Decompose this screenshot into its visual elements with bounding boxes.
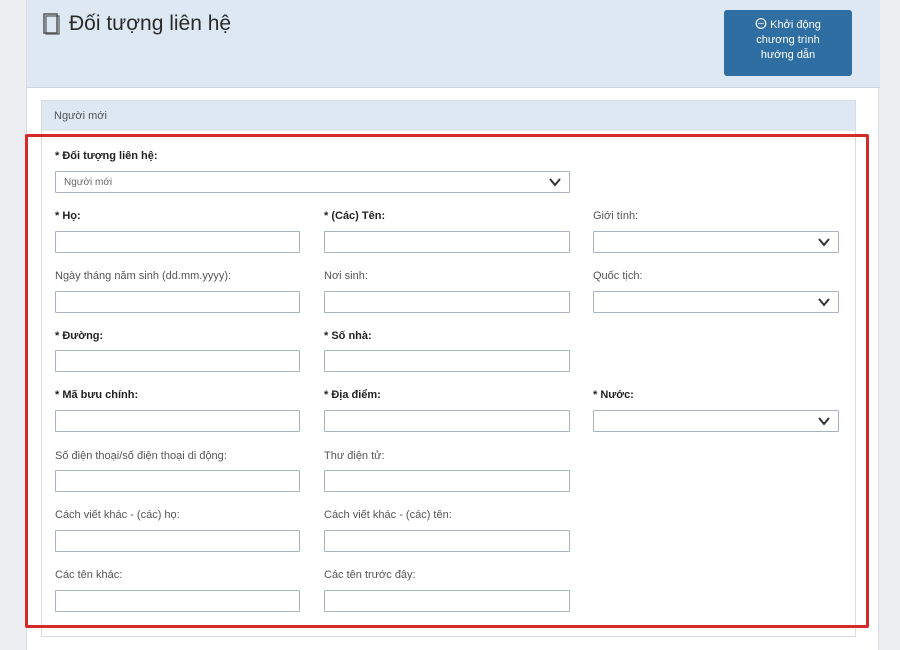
house-number-input[interactable] — [324, 350, 570, 372]
postal-code-label: * Mã bưu chính: — [55, 389, 139, 401]
alt-first-name-input[interactable] — [324, 530, 570, 552]
page: Đối tượng liên hệ Khởi động chương trình… — [26, 0, 880, 650]
nationality-select[interactable] — [593, 291, 839, 313]
guide-button-label-2: chương trình — [756, 34, 820, 46]
contact-type-select[interactable]: Người mới — [55, 171, 570, 193]
last-name-label: * Họ: — [55, 210, 81, 222]
phone-input[interactable] — [55, 470, 300, 492]
nationality-label: Quốc tịch: — [593, 270, 643, 282]
chevron-down-icon — [549, 178, 561, 187]
section-header: Người mới — [42, 101, 855, 131]
contact-type-value: Người mới — [64, 177, 113, 188]
chevron-down-icon — [818, 238, 830, 247]
other-names-label: Các tên khác: — [55, 569, 123, 581]
former-names-label: Các tên trước đây: — [324, 569, 416, 581]
birth-place-label: Nơi sinh: — [324, 270, 368, 282]
gender-label: Giới tính: — [593, 210, 639, 222]
street-input[interactable] — [55, 350, 300, 372]
alt-first-name-label: Cách viết khác - (các) tên: — [324, 509, 452, 521]
former-names-input[interactable] — [324, 590, 570, 612]
country-label: * Nước: — [593, 389, 634, 401]
location-label: * Địa điểm: — [324, 389, 381, 401]
phone-label: Số điện thoại/số điện thoại di động: — [55, 450, 227, 462]
first-name-input[interactable] — [324, 231, 570, 253]
location-input[interactable] — [324, 410, 570, 432]
birth-date-input[interactable] — [55, 291, 300, 313]
house-number-label: * Số nhà: — [324, 330, 372, 342]
alt-last-name-label: Cách viết khác - (các) họ: — [55, 509, 180, 521]
email-label: Thư điện tử: — [324, 450, 385, 462]
birth-place-input[interactable] — [324, 291, 570, 313]
guide-button-label-1: Khởi động — [770, 19, 821, 31]
gender-select[interactable] — [593, 231, 839, 253]
country-select[interactable] — [593, 410, 839, 432]
street-label: * Đường: — [55, 330, 104, 342]
chevron-down-icon — [818, 417, 830, 426]
birth-date-label: Ngày tháng năm sinh (dd.mm.yyyy): — [55, 270, 232, 282]
last-name-input[interactable] — [55, 231, 300, 253]
page-title: Đối tượng liên hệ — [43, 12, 231, 36]
chat-icon — [755, 18, 767, 30]
start-guide-button[interactable]: Khởi động chương trình hướng dẫn — [724, 10, 852, 76]
guide-button-label-3: hướng dẫn — [760, 49, 816, 61]
header-bar: Đối tượng liên hệ Khởi động chương trình… — [27, 0, 880, 88]
chevron-down-icon — [818, 298, 830, 307]
email-input[interactable] — [324, 470, 570, 492]
first-name-label: * (Các) Tên: — [324, 210, 386, 222]
contact-type-label: * Đối tượng liên hệ: — [55, 150, 158, 162]
alt-last-name-input[interactable] — [55, 530, 300, 552]
guide-button-line-1: Khởi động — [724, 18, 852, 33]
postal-code-input[interactable] — [55, 410, 300, 432]
page-title-text: Đối tượng liên hệ — [69, 12, 232, 35]
document-icon — [43, 13, 61, 35]
other-names-input[interactable] — [55, 590, 300, 612]
